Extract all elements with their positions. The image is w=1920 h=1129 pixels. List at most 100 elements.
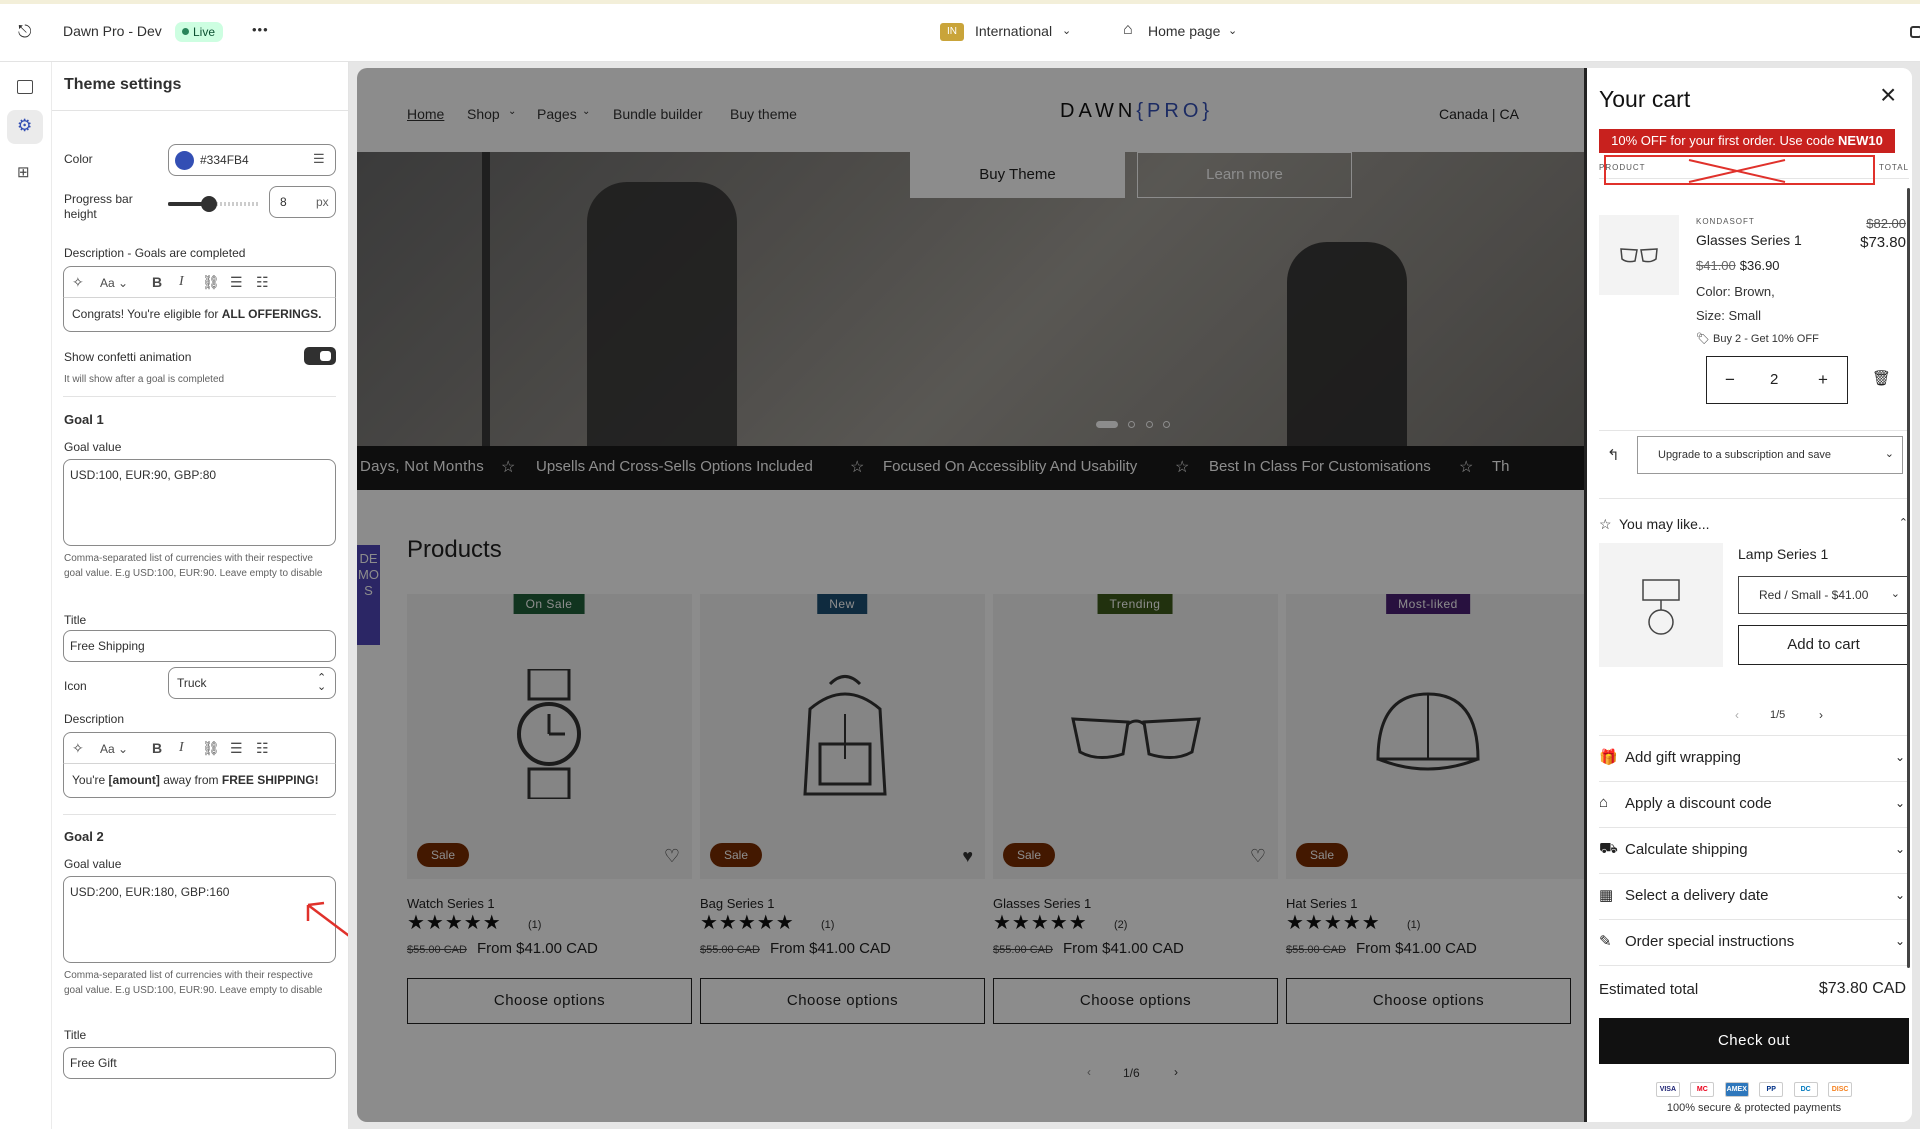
wishlist-heart-icon[interactable]: ♥: [962, 846, 973, 867]
apps-icon[interactable]: ⊞: [17, 163, 30, 181]
sections-icon[interactable]: [17, 80, 33, 94]
goal2-value-input[interactable]: USD:200, EUR:180, GBP:160: [63, 876, 336, 963]
product-card[interactable]: New Sale ♥: [700, 594, 985, 879]
goal2-title-input[interactable]: Free Gift: [63, 1047, 336, 1079]
link-icon[interactable]: ⛓: [202, 274, 220, 291]
accordion-label: Add gift wrapping: [1625, 749, 1741, 766]
upsell-heading[interactable]: You may like...: [1619, 516, 1710, 532]
next-icon[interactable]: ›: [1819, 708, 1823, 722]
nav-pages[interactable]: Pages: [537, 106, 577, 122]
accordion-discount-code[interactable]: ⌂ Apply a discount code ⌄: [1599, 781, 1909, 827]
quantity-value[interactable]: 2: [1770, 371, 1778, 388]
desc-goals-editor[interactable]: Congrats! You're eligible for ALL OFFERI…: [63, 298, 336, 332]
color-swatch[interactable]: [175, 151, 194, 170]
accordion-instructions[interactable]: ✎ Order special instructions ⌄: [1599, 919, 1909, 965]
goal1-icon-select[interactable]: Truck ⌃ ⌄: [168, 667, 336, 699]
rating-stars: ★★★★★: [700, 912, 795, 934]
magic-icon[interactable]: ✧: [72, 740, 84, 757]
wishlist-heart-icon[interactable]: ♡: [1250, 846, 1266, 867]
bullet-list-icon[interactable]: ☰: [230, 740, 243, 757]
accordion-delivery-date[interactable]: ▦ Select a delivery date ⌄: [1599, 873, 1909, 919]
goal1-desc-editor[interactable]: You're [amount] away from FREE SHIPPING!: [63, 764, 336, 798]
goal1-title-input[interactable]: Free Shipping: [63, 630, 336, 662]
text-style-icon[interactable]: Aa ⌄: [100, 276, 128, 290]
dynamic-source-icon[interactable]: ☰: [313, 151, 325, 167]
prev-icon[interactable]: ‹: [1735, 708, 1739, 722]
market-selector[interactable]: International: [975, 23, 1052, 39]
discover-icon: DISC: [1828, 1082, 1853, 1097]
accordion-gift-wrapping[interactable]: 🎁 Add gift wrapping ⌄: [1599, 735, 1909, 781]
close-icon[interactable]: ×: [1880, 81, 1896, 109]
confetti-toggle[interactable]: [304, 347, 336, 365]
add-to-cart-button[interactable]: Add to cart: [1738, 625, 1909, 665]
text-style-icon[interactable]: Aa ⌄: [100, 742, 128, 756]
locale-selector[interactable]: Canada | CA: [1439, 106, 1519, 122]
product-name[interactable]: Watch Series 1: [407, 896, 495, 911]
plus-icon[interactable]: +: [1818, 370, 1828, 390]
bold-icon[interactable]: B: [152, 740, 162, 756]
product-card[interactable]: Most-liked Sale: [1286, 594, 1584, 879]
device-icon[interactable]: [1910, 26, 1920, 38]
italic-icon[interactable]: I: [179, 274, 184, 290]
panel-title: Theme settings: [64, 76, 182, 93]
exit-icon[interactable]: ⎋: [18, 22, 31, 42]
choose-options-button[interactable]: Choose options: [700, 978, 985, 1024]
progress-input[interactable]: 8 px: [269, 186, 336, 218]
drawer-scrollbar[interactable]: [1907, 188, 1910, 968]
cart-item-image[interactable]: [1599, 215, 1679, 295]
trash-icon[interactable]: 🗑: [1872, 369, 1891, 387]
product-card[interactable]: Trending Sale ♡: [993, 594, 1278, 879]
numbered-list-icon[interactable]: ☷: [256, 274, 269, 291]
next-page-icon[interactable]: ›: [1174, 1065, 1178, 1079]
subscription-label: Upgrade to a subscription and save: [1658, 449, 1832, 461]
goal1-help: Comma-separated list of currencies with …: [64, 553, 323, 579]
slide-dots[interactable]: [1096, 415, 1171, 433]
more-actions-button[interactable]: •••: [252, 22, 269, 37]
prev-page-icon[interactable]: ‹: [1087, 1065, 1091, 1079]
choose-options-button[interactable]: Choose options: [993, 978, 1278, 1024]
sale-pill: Sale: [417, 843, 470, 867]
subscription-select[interactable]: Upgrade to a subscription and save ⌄: [1637, 436, 1903, 474]
choose-options-button[interactable]: Choose options: [1286, 978, 1571, 1024]
numbered-list-icon[interactable]: ☷: [256, 740, 269, 757]
buy-theme-button[interactable]: Buy Theme: [910, 152, 1125, 198]
italic-icon[interactable]: I: [179, 740, 184, 756]
nav-buy-theme[interactable]: Buy theme: [730, 106, 797, 122]
checkout-button[interactable]: Check out: [1599, 1018, 1909, 1064]
wishlist-heart-icon[interactable]: ♡: [664, 846, 680, 867]
upsell-name[interactable]: Lamp Series 1: [1738, 546, 1828, 562]
item-name[interactable]: Glasses Series 1: [1696, 232, 1802, 248]
chevron-down-icon: ⌄: [1894, 842, 1905, 856]
nav-shop[interactable]: Shop: [467, 106, 500, 122]
theme-settings-panel: Theme settings Color #334FB4 ☰ Progress …: [52, 62, 349, 1129]
magic-icon[interactable]: ✧: [72, 274, 84, 291]
minus-icon[interactable]: −: [1725, 370, 1735, 390]
product-name[interactable]: Glasses Series 1: [993, 896, 1091, 911]
link-icon[interactable]: ⛓: [202, 740, 220, 757]
page-selector[interactable]: Home page: [1148, 23, 1220, 39]
bold-icon[interactable]: B: [152, 274, 162, 290]
progress-slider[interactable]: [168, 196, 260, 212]
product-card[interactable]: On Sale Sale ♡: [407, 594, 692, 879]
product-name[interactable]: Bag Series 1: [700, 896, 774, 911]
demos-tab[interactable]: DEMOS: [357, 545, 380, 645]
color-input[interactable]: #334FB4 ☰: [168, 144, 336, 176]
calendar-icon: ▦: [1599, 887, 1614, 904]
choose-options-button[interactable]: Choose options: [407, 978, 692, 1024]
goal1-value-input[interactable]: USD:100, EUR:90, GBP:80: [63, 459, 336, 546]
accordion-shipping[interactable]: ⛟ Calculate shipping ⌄: [1599, 827, 1909, 873]
product-price: $55.00 CAD From $41.00 CAD: [1286, 940, 1477, 957]
nav-bundle-builder[interactable]: Bundle builder: [613, 106, 703, 122]
cart-drawer: Your cart × 10% OFF for your first order…: [1584, 68, 1912, 1122]
learn-more-button[interactable]: Learn more: [1137, 152, 1352, 198]
upsell-image[interactable]: [1599, 543, 1723, 667]
bullet-list-icon[interactable]: ☰: [230, 274, 243, 291]
settings-tab[interactable]: ⚙: [7, 110, 43, 144]
nav-home[interactable]: Home: [407, 106, 444, 122]
product-name[interactable]: Hat Series 1: [1286, 896, 1358, 911]
upsell-variant-select[interactable]: Red / Small - $41.00 ⌄: [1738, 576, 1909, 614]
slider-thumb[interactable]: [201, 196, 218, 212]
truck-icon: ⛟: [1599, 840, 1618, 857]
sidebar-rail: ⚙ ⊞: [0, 62, 52, 1129]
store-logo[interactable]: DAWN{PRO}: [1060, 100, 1213, 123]
